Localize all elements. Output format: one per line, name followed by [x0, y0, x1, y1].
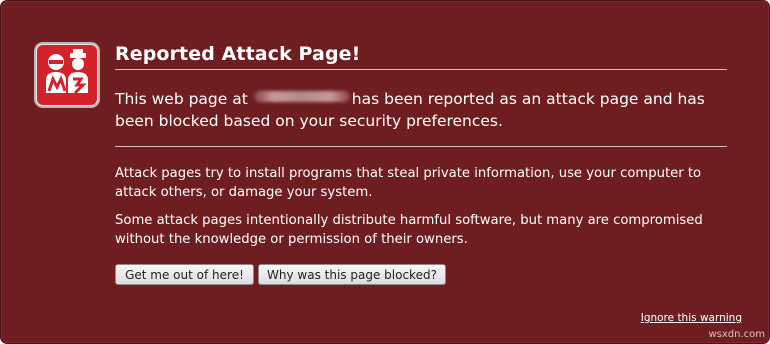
headline-lead: This web page at	[115, 90, 248, 108]
warning-headline: This web page at has been reported as an …	[115, 88, 727, 132]
malware-robber-icon	[37, 45, 97, 105]
watermark: wsxdn.com	[708, 329, 765, 340]
title-divider	[115, 69, 727, 70]
warning-title: Reported Attack Page!	[115, 43, 361, 65]
get-me-out-button[interactable]: Get me out of here!	[115, 264, 254, 285]
redacted-url	[253, 91, 350, 102]
attack-warning-panel: Reported Attack Page! This web page at ha…	[0, 0, 770, 344]
why-blocked-button[interactable]: Why was this page blocked?	[258, 264, 446, 285]
section-divider	[115, 146, 727, 147]
ignore-warning-link[interactable]: Ignore this warning	[641, 312, 742, 324]
compromise-description: Some attack pages intentionally distribu…	[115, 213, 703, 247]
attack-description: Attack pages try to install programs tha…	[115, 166, 702, 200]
